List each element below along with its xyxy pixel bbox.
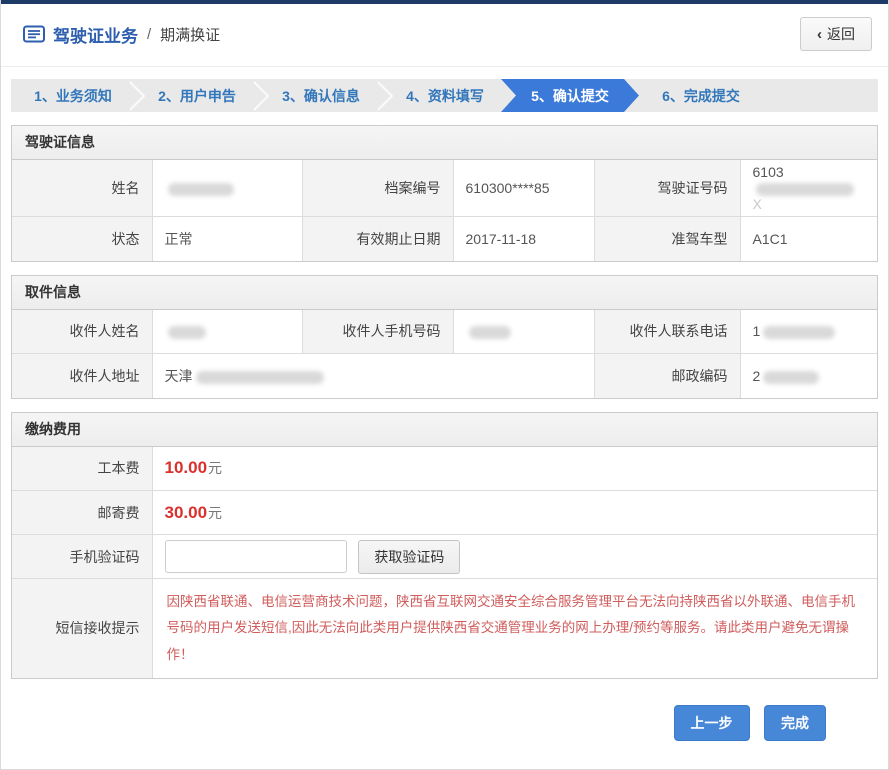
fees-section-title: 缴纳费用: [12, 413, 877, 447]
breadcrumb: 驾驶证业务 / 期满换证: [23, 22, 220, 47]
pickup-section-title: 取件信息: [12, 276, 877, 310]
chevron-left-icon: ‹: [817, 27, 822, 42]
license-no-suffix: X: [753, 196, 762, 212]
status-value: 正常: [152, 217, 302, 261]
table-row: 收件人姓名 收件人手机号码 收件人联系电话 1: [12, 310, 877, 354]
step-2-user-declaration: 2、用户申告: [135, 79, 259, 112]
license-info-table: 姓名 档案编号 610300****85 驾驶证号码 6103 X 状态 正常 有…: [12, 160, 877, 261]
get-sms-code-button[interactable]: 获取验证码: [358, 540, 460, 574]
sms-code-label: 手机验证码: [12, 535, 152, 579]
license-section-title: 驾驶证信息: [12, 126, 877, 160]
sms-code-cell: 获取验证码: [152, 535, 877, 579]
sms-tip-label: 短信接收提示: [12, 579, 152, 678]
step-3-confirm-info: 3、确认信息: [259, 79, 383, 112]
page: 驾驶证业务 / 期满换证 ‹ 返回 1、业务须知 2、用户申告 3、确认信息 4…: [0, 0, 889, 770]
redacted-license-no: [756, 183, 854, 196]
table-row: 邮寄费 30.00元: [12, 491, 877, 535]
step-label: 6、完成提交: [662, 86, 740, 106]
sms-code-input[interactable]: [165, 540, 347, 573]
step-nav: 1、业务须知 2、用户申告 3、确认信息 4、资料填写 5、确认提交 6、完成提…: [11, 79, 878, 112]
vehicle-class-label: 准驾车型: [594, 217, 740, 261]
license-info-section: 驾驶证信息 姓名 档案编号 610300****85 驾驶证号码 6103 X 状…: [11, 125, 878, 262]
back-button-label: 返回: [827, 24, 855, 44]
redacted-mobile: [469, 326, 511, 339]
recipient-name-label: 收件人姓名: [12, 310, 152, 354]
file-no-value: 610300****85: [453, 160, 594, 217]
postage-fee-label: 邮寄费: [12, 491, 152, 535]
license-no-prefix: 6103: [753, 164, 784, 180]
license-no-value: 6103 X: [740, 160, 877, 217]
table-row: 手机验证码 获取验证码: [12, 535, 877, 579]
pickup-info-section: 取件信息 收件人姓名 收件人手机号码 收件人联系电话 1 收件人地址 天津 邮政…: [11, 275, 878, 399]
cost-fee-value: 10.00元: [152, 447, 877, 491]
fees-section: 缴纳费用 工本费 10.00元 邮寄费 30.00元 手机验证码 获取验证码 短…: [11, 412, 878, 679]
step-label: 3、确认信息: [282, 86, 360, 106]
redacted-recipient-name: [168, 326, 206, 339]
table-row: 收件人地址 天津 邮政编码 2: [12, 354, 877, 398]
redacted-name: [168, 183, 234, 196]
name-value: [152, 160, 302, 217]
step-4-fill-data: 4、资料填写: [383, 79, 507, 112]
title-separator: /: [147, 26, 151, 43]
table-row: 短信接收提示 因陕西省联通、电信运营商技术问题，陕西省互联网交通安全综合服务管理…: [12, 579, 877, 678]
step-nav-filler: [763, 79, 878, 112]
page-title: 驾驶证业务: [53, 22, 138, 47]
page-header: 驾驶证业务 / 期满换证 ‹ 返回: [1, 4, 888, 67]
step-1-business-notice: 1、业务须知: [11, 79, 135, 112]
step-label: 1、业务须知: [34, 86, 112, 106]
mobile-label: 收件人手机号码: [302, 310, 453, 354]
file-no-label: 档案编号: [302, 160, 453, 217]
address-label: 收件人地址: [12, 354, 152, 398]
redacted-contact-phone: [763, 326, 835, 339]
address-prefix: 天津: [165, 368, 193, 384]
cost-fee-unit: 元: [208, 460, 222, 476]
postcode-prefix: 2: [753, 368, 761, 384]
finish-button[interactable]: 完成: [764, 705, 826, 741]
postcode-value: 2: [740, 354, 877, 398]
contact-phone-label: 收件人联系电话: [594, 310, 740, 354]
redacted-address: [196, 371, 324, 384]
step-label: 4、资料填写: [406, 86, 484, 106]
table-row: 工本费 10.00元: [12, 447, 877, 491]
expiry-label: 有效期止日期: [302, 217, 453, 261]
contact-phone-value: 1: [740, 310, 877, 354]
cost-fee-amount: 10.00: [165, 458, 208, 477]
step-6-complete-submit: 6、完成提交: [639, 79, 763, 112]
address-value: 天津: [152, 354, 594, 398]
license-no-label: 驾驶证号码: [594, 160, 740, 217]
mobile-value: [453, 310, 594, 354]
step-label: 5、确认提交: [531, 86, 609, 106]
sms-tip-text: 因陕西省联通、电信运营商技术问题，陕西省互联网交通安全综合服务管理平台无法向持陕…: [165, 583, 866, 674]
step-5-confirm-submit-active: 5、确认提交: [501, 79, 639, 112]
previous-step-button[interactable]: 上一步: [674, 705, 750, 741]
sms-tip-cell: 因陕西省联通、电信运营商技术问题，陕西省互联网交通安全综合服务管理平台无法向持陕…: [152, 579, 877, 678]
postage-fee-amount: 30.00: [165, 503, 208, 522]
step-label: 2、用户申告: [158, 86, 236, 106]
table-row: 姓名 档案编号 610300****85 驾驶证号码 6103 X: [12, 160, 877, 217]
recipient-name-value: [152, 310, 302, 354]
list-icon: [23, 25, 45, 43]
status-label: 状态: [12, 217, 152, 261]
cost-fee-label: 工本费: [12, 447, 152, 491]
postage-fee-unit: 元: [208, 505, 222, 521]
expiry-value: 2017-11-18: [453, 217, 594, 261]
postage-fee-value: 30.00元: [152, 491, 877, 535]
page-subtitle: 期满换证: [160, 24, 220, 45]
fees-table: 工本费 10.00元 邮寄费 30.00元 手机验证码 获取验证码 短信接收提示…: [12, 447, 877, 678]
table-row: 状态 正常 有效期止日期 2017-11-18 准驾车型 A1C1: [12, 217, 877, 261]
pickup-info-table: 收件人姓名 收件人手机号码 收件人联系电话 1 收件人地址 天津 邮政编码 2: [12, 310, 877, 398]
vehicle-class-value: A1C1: [740, 217, 877, 261]
contact-phone-prefix: 1: [753, 323, 761, 339]
back-button[interactable]: ‹ 返回: [800, 17, 872, 51]
footer-actions: 上一步 完成: [11, 705, 878, 769]
name-label: 姓名: [12, 160, 152, 217]
postcode-label: 邮政编码: [594, 354, 740, 398]
redacted-postcode: [763, 371, 819, 384]
